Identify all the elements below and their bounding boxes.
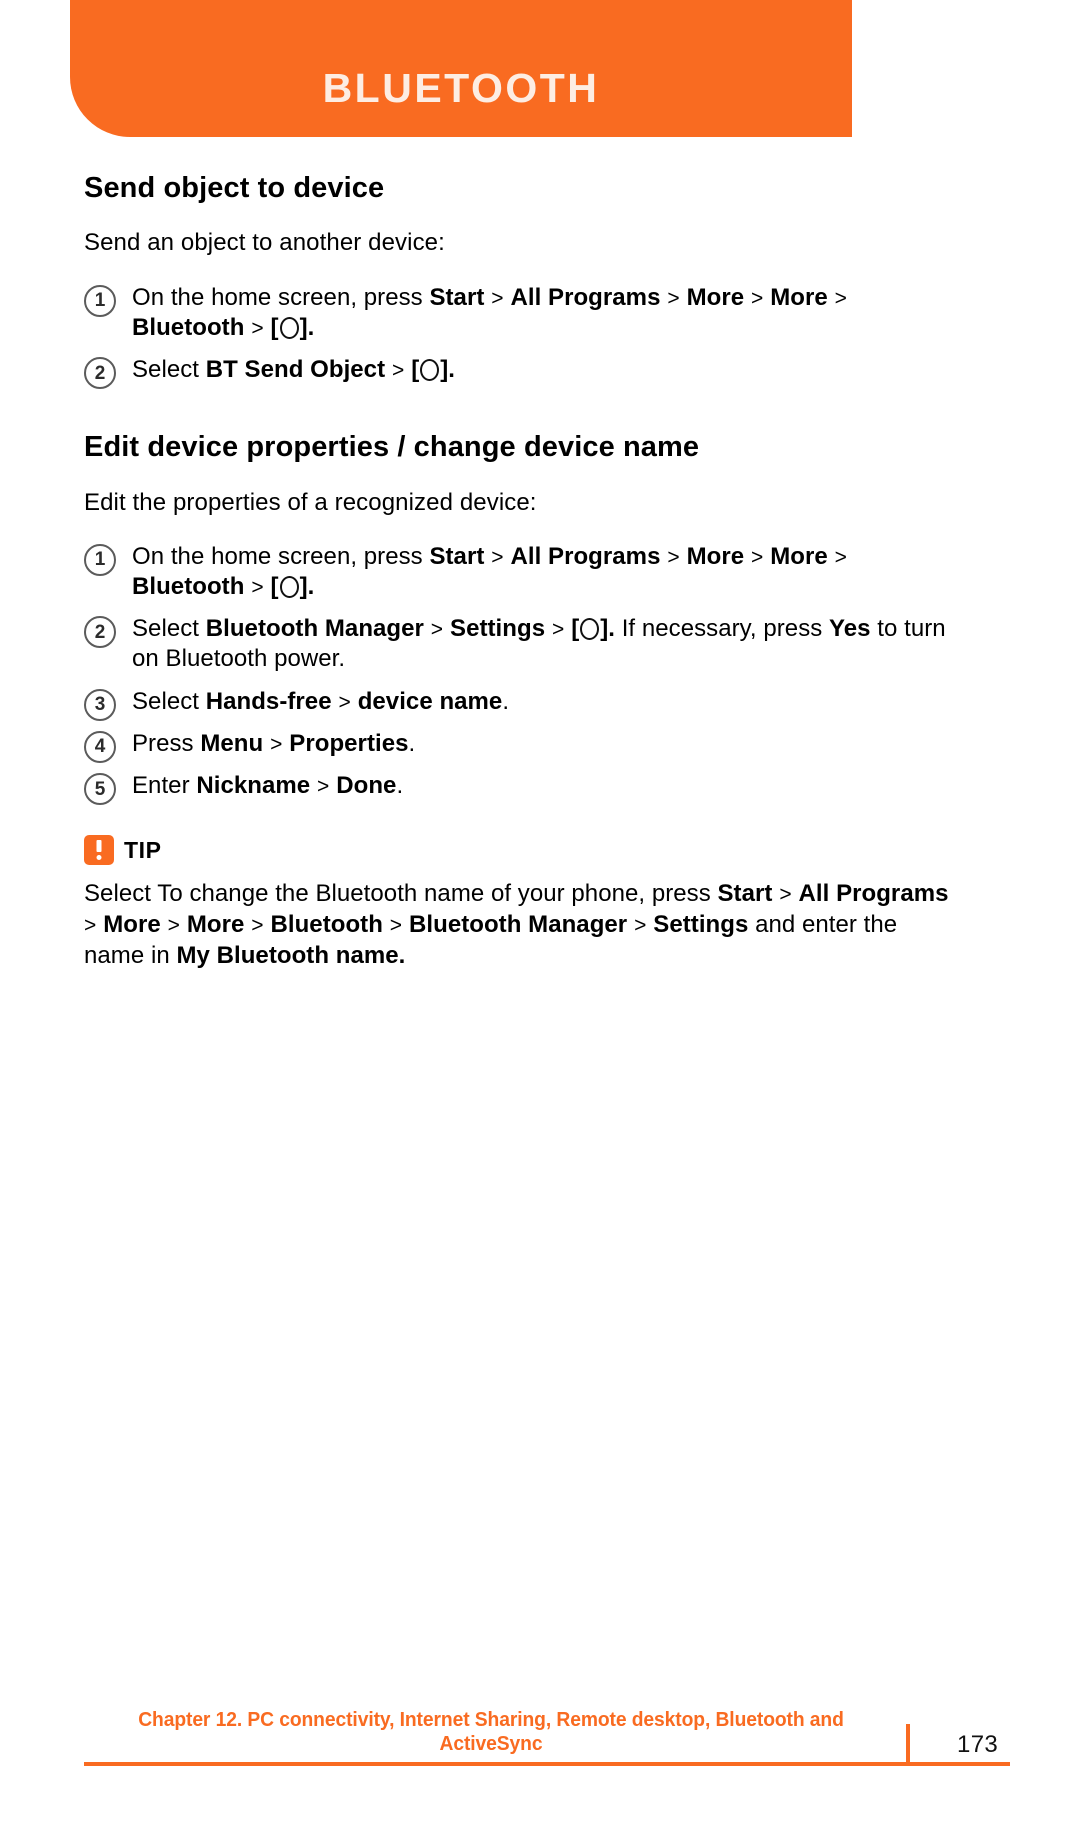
emphasis-text: More bbox=[686, 283, 745, 311]
step-item: 2 Select Bluetooth Manager > Settings > [… bbox=[84, 614, 960, 674]
breadcrumb-separator: > bbox=[245, 576, 270, 599]
section-edit-device-properties: Edit device properties / change device n… bbox=[84, 431, 960, 806]
page-number: 173 bbox=[957, 1731, 998, 1758]
footer-chapter-text: Chapter 12. PC connectivity, Internet Sh… bbox=[138, 1708, 844, 1755]
breadcrumb-separator: > bbox=[628, 914, 653, 938]
page-header-banner: BLUETOOTH bbox=[70, 0, 852, 137]
emphasis-text: More bbox=[770, 283, 828, 311]
section-heading: Send object to device bbox=[84, 172, 385, 204]
breadcrumb-separator: > bbox=[264, 732, 289, 756]
ok-key-icon: []. bbox=[270, 573, 315, 600]
step-number-badge: 5 bbox=[84, 773, 116, 806]
emphasis-text: Menu bbox=[200, 729, 264, 757]
ok-key-icon: []. bbox=[270, 313, 315, 341]
breadcrumb-separator: > bbox=[661, 286, 686, 310]
step-number-badge: 2 bbox=[84, 357, 116, 389]
breadcrumb-separator: > bbox=[661, 545, 686, 569]
emphasis-text: All Programs bbox=[510, 283, 661, 311]
breadcrumb-separator: > bbox=[546, 618, 571, 642]
step-text: On the home screen, press Start > All Pr… bbox=[132, 283, 847, 341]
footer-divider bbox=[906, 1724, 910, 1766]
ok-key-icon: []. bbox=[411, 356, 456, 383]
step-text: Select BT Send Object > []. bbox=[132, 356, 456, 383]
emphasis-text: BT Send Object bbox=[205, 356, 386, 383]
breadcrumb-separator: > bbox=[386, 359, 411, 382]
emphasis-text: Hands-free bbox=[205, 687, 332, 715]
step-number-badge: 3 bbox=[84, 688, 116, 721]
emphasis-text: Settings bbox=[653, 911, 749, 939]
emphasis-text: device name bbox=[357, 687, 503, 715]
step-number-badge: 2 bbox=[84, 616, 116, 649]
emphasis-text: More bbox=[103, 911, 161, 939]
breadcrumb-separator: > bbox=[383, 914, 409, 938]
breadcrumb-separator: > bbox=[245, 914, 270, 938]
step-item: 1 On the home screen, press Start > All P… bbox=[84, 283, 960, 343]
emphasis-text: Yes bbox=[829, 615, 871, 643]
step-text: On the home screen, press Start > All Pr… bbox=[132, 542, 847, 600]
circle-key-glyph bbox=[279, 576, 299, 598]
circle-key-glyph bbox=[580, 618, 600, 641]
page-content: Send object to device Send an object to … bbox=[84, 172, 960, 972]
emphasis-text: Bluetooth Manager bbox=[409, 911, 628, 939]
ok-key-icon: []. bbox=[571, 615, 615, 643]
step-item: 4 Press Menu > Properties. bbox=[84, 729, 960, 763]
footer-rule bbox=[84, 1762, 1010, 1766]
emphasis-text: All Programs bbox=[798, 880, 949, 908]
step-item: 2 Select BT Send Object > []. bbox=[84, 355, 960, 389]
tip-header: TIP bbox=[84, 835, 960, 866]
emphasis-text: More bbox=[686, 542, 745, 570]
section-send-object-to-device: Send object to device Send an object to … bbox=[84, 172, 960, 389]
breadcrumb-separator: > bbox=[485, 545, 510, 569]
breadcrumb-separator: > bbox=[828, 286, 847, 310]
tip-block: TIP Select To change the Bluetooth name … bbox=[84, 835, 960, 971]
circle-key-glyph bbox=[279, 316, 299, 339]
step-text: Enter Nickname > Done. bbox=[132, 772, 404, 800]
emphasis-text: Done bbox=[336, 772, 397, 800]
emphasis-text: Settings bbox=[450, 615, 546, 643]
step-text: Press Menu > Properties. bbox=[132, 729, 416, 757]
tip-label: TIP bbox=[124, 836, 162, 863]
breadcrumb-separator: > bbox=[773, 883, 798, 907]
breadcrumb-separator: > bbox=[424, 618, 450, 642]
page-footer: Chapter 12. PC connectivity, Internet Sh… bbox=[84, 1708, 1010, 1778]
emphasis-text: Bluetooth Manager bbox=[205, 615, 424, 643]
section-intro: Edit the properties of a recognized devi… bbox=[84, 488, 537, 516]
step-text: Select Hands-free > device name. bbox=[132, 687, 510, 715]
breadcrumb-separator: > bbox=[485, 286, 510, 310]
emphasis-text: Start bbox=[429, 283, 485, 311]
step-item: 3 Select Hands-free > device name. bbox=[84, 687, 960, 721]
step-list: 1 On the home screen, press Start > All P… bbox=[84, 542, 960, 806]
page-title: BLUETOOTH bbox=[322, 65, 600, 111]
step-number-badge: 1 bbox=[84, 284, 116, 317]
breadcrumb-separator: > bbox=[332, 690, 357, 714]
emphasis-text: Bluetooth bbox=[270, 911, 383, 939]
step-text: Select Bluetooth Manager > Settings > []… bbox=[132, 615, 946, 673]
step-item: 1 On the home screen, press Start > All P… bbox=[84, 542, 960, 602]
breadcrumb-separator: > bbox=[245, 316, 270, 340]
step-item: 5 Enter Nickname > Done. bbox=[84, 771, 960, 806]
step-list: 1 On the home screen, press Start > All P… bbox=[84, 283, 960, 389]
emphasis-text: More bbox=[770, 542, 828, 570]
step-number-badge: 4 bbox=[84, 730, 116, 763]
emphasis-text: Properties bbox=[289, 729, 409, 757]
breadcrumb-separator: > bbox=[161, 914, 186, 938]
breadcrumb-separator: > bbox=[745, 545, 770, 569]
section-heading: Edit device properties / change device n… bbox=[84, 431, 700, 464]
step-number-badge: 1 bbox=[84, 543, 116, 576]
breadcrumb-separator: > bbox=[745, 286, 770, 310]
emphasis-text: My Bluetooth name. bbox=[176, 941, 406, 969]
emphasis-text: More bbox=[186, 911, 245, 939]
emphasis-text: Bluetooth bbox=[132, 573, 245, 600]
emphasis-text: Bluetooth bbox=[132, 313, 245, 341]
breadcrumb-separator: > bbox=[828, 545, 847, 569]
section-intro: Send an object to another device: bbox=[84, 229, 445, 257]
exclamation-icon bbox=[84, 835, 114, 866]
emphasis-text: Start bbox=[429, 542, 485, 570]
emphasis-text: All Programs bbox=[510, 542, 661, 570]
tip-body: Select To change the Bluetooth name of y… bbox=[84, 880, 949, 969]
breadcrumb-separator: > bbox=[311, 775, 336, 799]
emphasis-text: Start bbox=[717, 880, 773, 908]
circle-key-glyph bbox=[420, 359, 440, 381]
emphasis-text: Nickname bbox=[196, 772, 311, 800]
